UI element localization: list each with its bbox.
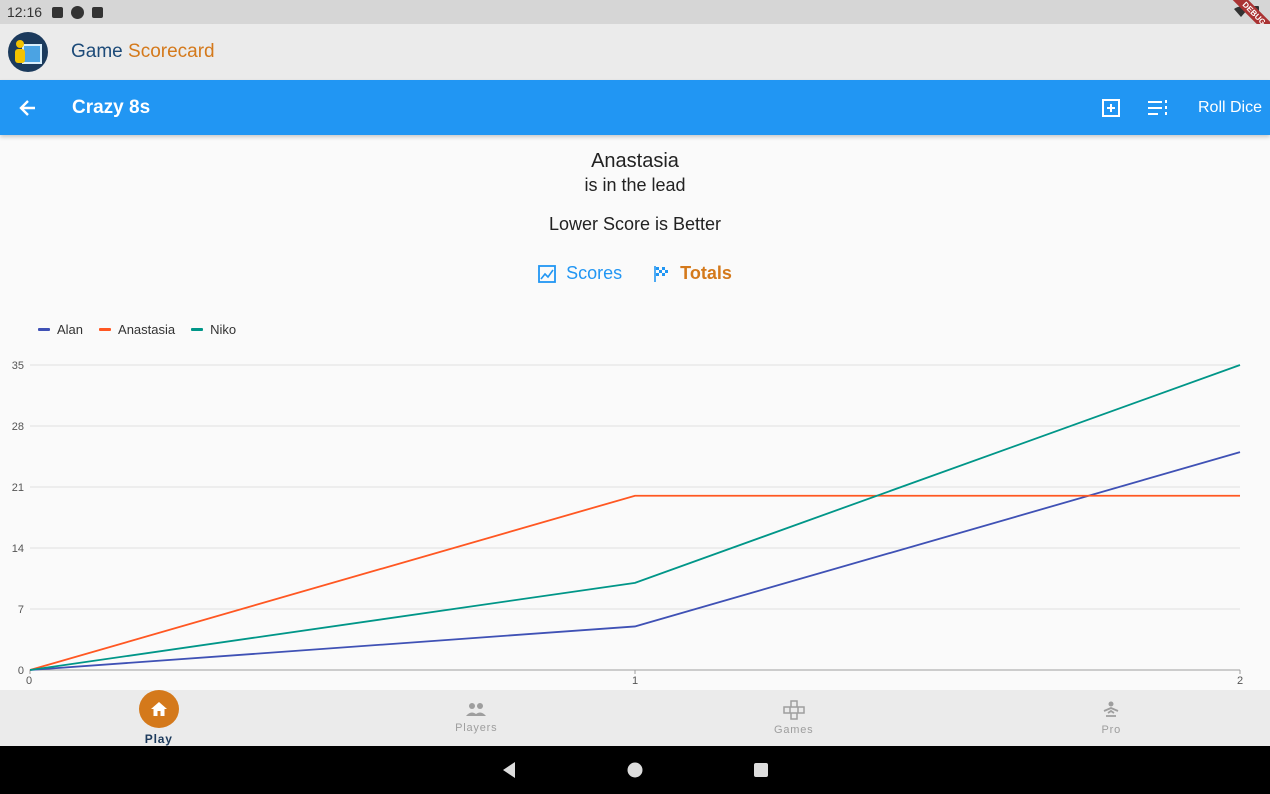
x-tick-label: 0	[26, 675, 32, 687]
y-tick-label: 0	[18, 665, 24, 677]
y-tick-label: 35	[12, 360, 24, 372]
y-tick-label: 28	[12, 421, 24, 433]
list-icon	[1148, 99, 1168, 115]
page-title: Crazy 8s	[72, 96, 151, 118]
app-header: Game Scorecard	[0, 24, 1270, 80]
nav-players[interactable]: Players	[318, 690, 636, 746]
leader-subtitle: is in the lead	[584, 175, 686, 195]
legend-swatch-alan	[38, 328, 50, 331]
system-recents-icon[interactable]	[753, 762, 769, 778]
leader-name: Anastasia	[591, 150, 679, 172]
tab-totals-label: Totals	[680, 263, 732, 283]
app-logo	[8, 32, 48, 72]
tab-totals[interactable]: Totals	[652, 263, 732, 284]
home-icon	[138, 690, 179, 728]
scores-chart-icon	[538, 264, 557, 283]
x-tick-label: 2	[1237, 675, 1243, 687]
score-list-button[interactable]	[1135, 80, 1182, 135]
legend-item[interactable]: Niko	[191, 322, 236, 337]
view-tabs: Scores Totals	[0, 263, 1270, 284]
bottom-navigation: Play Players Games Pro	[0, 690, 1270, 746]
series-line-niko	[29, 364, 1241, 671]
notification-app-icon	[71, 5, 85, 19]
y-tick-label: 14	[12, 543, 24, 555]
status-bar: 12:16 DEBUG	[0, 0, 1270, 46]
game-toolbar: Crazy 8s Roll Dice	[0, 80, 1270, 135]
series-line-alan	[29, 451, 1241, 671]
app-title-scorecard: Scorecard	[128, 41, 215, 62]
y-tick-label: 7	[18, 604, 24, 616]
tab-scores-label: Scores	[566, 263, 623, 283]
add-score-button[interactable]	[1088, 80, 1135, 135]
meditation-icon	[1103, 701, 1119, 717]
sd-card-icon	[92, 6, 104, 18]
nav-games-label: Games	[774, 724, 814, 736]
y-tick-label: 21	[12, 482, 24, 494]
system-home-icon[interactable]	[627, 762, 643, 778]
nav-players-label: Players	[455, 722, 498, 734]
nav-pro[interactable]: Pro	[953, 690, 1270, 746]
nav-play-label: Play	[144, 732, 173, 746]
chart-legend: Alan Anastasia Niko	[38, 322, 236, 337]
legend-label: Niko	[210, 322, 237, 337]
roll-dice-button[interactable]: Roll Dice	[1190, 99, 1262, 117]
app-title-game: Game	[71, 41, 123, 62]
legend-swatch-anastasia	[99, 328, 112, 331]
people-icon	[466, 703, 487, 716]
status-time: 12:16	[7, 4, 43, 20]
system-back-icon[interactable]	[501, 761, 517, 779]
legend-swatch-niko	[191, 328, 204, 331]
legend-label: Alan	[57, 322, 84, 337]
gamepad-icon	[783, 700, 805, 720]
nav-pro-label: Pro	[1101, 724, 1122, 736]
notification-a-icon	[52, 6, 64, 18]
totals-line-chart: 0 7 14 21 28 35 0 1 2	[12, 360, 1243, 687]
add-box-icon	[1102, 98, 1121, 117]
nav-play[interactable]: Play	[0, 690, 318, 746]
back-button[interactable]	[0, 80, 56, 135]
app-title: Game Scorecard	[71, 41, 215, 63]
scoring-rule: Lower Score is Better	[548, 214, 722, 234]
nav-games[interactable]: Games	[635, 690, 953, 746]
tab-scores[interactable]: Scores	[538, 263, 622, 284]
x-tick-label: 1	[632, 675, 638, 687]
system-navigation-bar	[0, 746, 1270, 794]
arrow-back-icon	[19, 99, 35, 116]
legend-item[interactable]: Alan	[38, 322, 83, 337]
leader-banner: Anastasia is in the lead	[0, 150, 1270, 196]
legend-label: Anastasia	[118, 322, 176, 337]
checkered-flag-icon	[654, 265, 669, 282]
legend-item[interactable]: Anastasia	[99, 322, 175, 337]
